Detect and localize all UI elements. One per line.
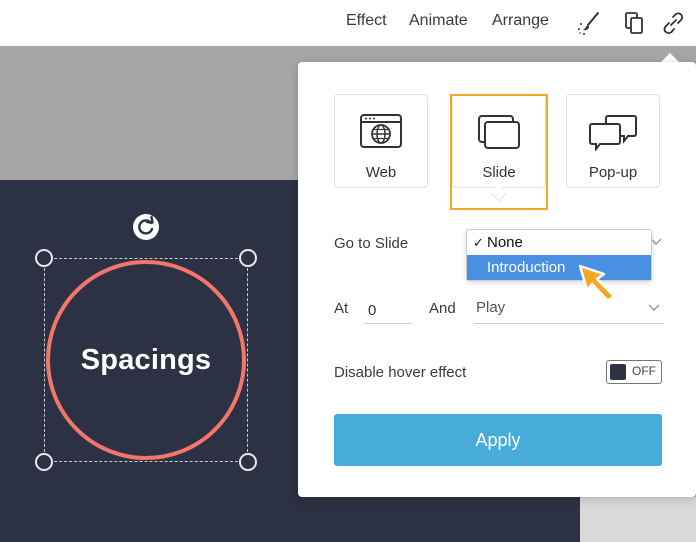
goto-slide-dropdown: ✓ None Introduction <box>466 229 652 281</box>
arrange-button[interactable]: Arrange <box>492 12 549 30</box>
resize-handle-bottom-right[interactable] <box>239 453 257 471</box>
chevron-down-icon[interactable] <box>648 304 660 312</box>
at-label: At <box>334 300 349 317</box>
dropdown-option-introduction[interactable]: Introduction <box>467 255 651 280</box>
link-type-popup[interactable]: Pop-up <box>566 94 660 188</box>
link-type-web[interactable]: Web <box>334 94 428 188</box>
shape-text: Spacings <box>80 343 212 376</box>
action-select[interactable]: Play <box>474 298 664 324</box>
canvas-edge <box>580 497 696 542</box>
circle-shape[interactable]: Spacings <box>46 260 246 460</box>
goto-slide-label: Go to Slide <box>334 235 409 252</box>
selected-option-highlight <box>450 94 548 210</box>
resize-handle-top-right[interactable] <box>239 249 257 267</box>
animate-button[interactable]: Animate <box>409 12 468 30</box>
and-label: And <box>429 300 456 317</box>
copy-icon[interactable] <box>622 10 648 36</box>
link-popover: Web Slide Pop-up Go to Slide ✓ None Intr… <box>298 62 696 497</box>
disable-hover-label: Disable hover effect <box>334 364 467 381</box>
browser-globe-icon <box>360 114 402 148</box>
dropdown-option-introduction-label: Introduction <box>487 259 566 276</box>
brush-sparkle-icon[interactable] <box>576 10 602 36</box>
at-time-input[interactable] <box>364 298 412 324</box>
resize-handle-top-left[interactable] <box>35 249 53 267</box>
toggle-knob <box>610 364 626 380</box>
toggle-state-text: OFF <box>632 364 656 378</box>
link-type-web-label: Web <box>365 164 397 181</box>
apply-button[interactable]: Apply <box>334 414 662 466</box>
dropdown-option-none-label: None <box>487 234 523 251</box>
disable-hover-toggle[interactable]: OFF <box>606 360 662 384</box>
link-type-popup-label: Pop-up <box>588 164 638 181</box>
resize-handle-bottom-left[interactable] <box>35 453 53 471</box>
link-icon[interactable] <box>660 10 686 36</box>
check-icon: ✓ <box>473 235 484 250</box>
rotate-handle-icon[interactable] <box>132 213 160 241</box>
pointer-arrow-icon <box>578 264 616 303</box>
dropdown-option-none[interactable]: ✓ None <box>467 230 651 255</box>
speech-bubbles-icon <box>589 115 637 151</box>
effect-button[interactable]: Effect <box>346 12 387 30</box>
top-toolbar: Effect Animate Arrange <box>0 0 696 46</box>
